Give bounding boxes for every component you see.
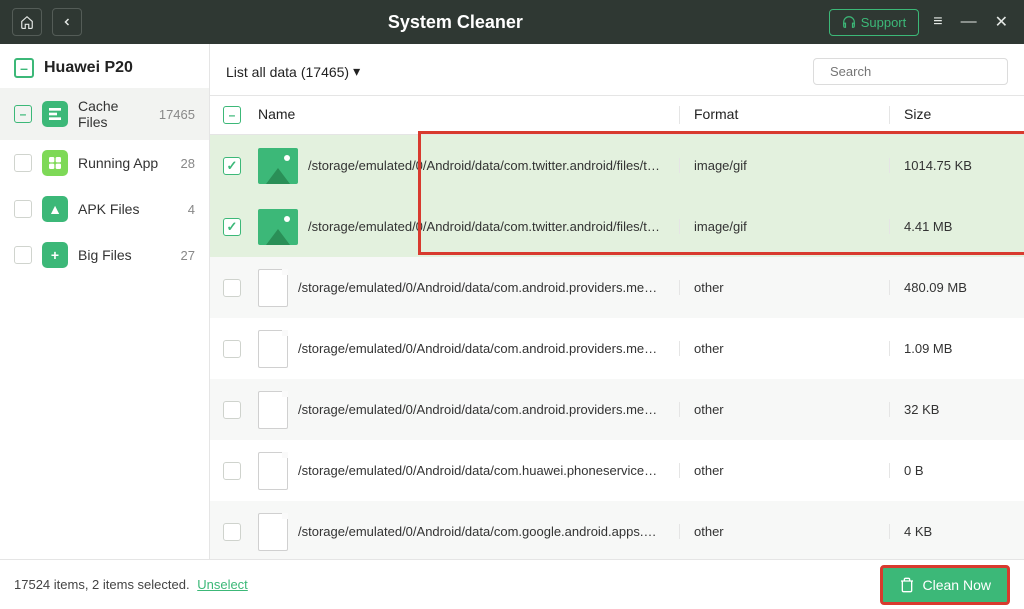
file-format: image/gif [679, 219, 889, 234]
checkbox-icon[interactable] [14, 154, 32, 172]
status-text: 17524 items, 2 items selected. Unselect [14, 577, 248, 592]
file-icon [258, 391, 288, 429]
sidebar-item-cache-files[interactable]: Cache Files 17465 [0, 88, 209, 140]
file-format: other [679, 524, 889, 539]
table-body: /storage/emulated/0/Android/data/com.twi… [210, 135, 1024, 559]
file-path: /storage/emulated/0/Android/data/com.and… [298, 341, 658, 356]
file-size: 4 KB [889, 524, 1024, 539]
file-path: /storage/emulated/0/Android/data/com.and… [298, 280, 658, 295]
row-checkbox[interactable] [223, 279, 241, 297]
column-name[interactable]: Name [254, 106, 679, 124]
main-panel: List all data (17465) ▾ Name Format Size… [210, 44, 1024, 559]
table-row[interactable]: /storage/emulated/0/Android/data/com.hua… [210, 440, 1024, 501]
file-format: other [679, 280, 889, 295]
file-path: /storage/emulated/0/Android/data/com.and… [298, 402, 658, 417]
image-icon [258, 148, 298, 184]
file-size: 32 KB [889, 402, 1024, 417]
file-path: /storage/emulated/0/Android/data/com.hua… [298, 463, 658, 478]
checkbox-icon[interactable] [14, 246, 32, 264]
row-checkbox[interactable] [223, 218, 241, 236]
table-row[interactable]: /storage/emulated/0/Android/data/com.and… [210, 318, 1024, 379]
column-format[interactable]: Format [679, 106, 889, 124]
file-icon [258, 452, 288, 490]
table-row[interactable]: /storage/emulated/0/Android/data/com.twi… [210, 135, 1024, 196]
minimize-icon[interactable]: — [957, 13, 981, 31]
app-title: System Cleaner [92, 12, 819, 33]
clean-now-button[interactable]: Clean Now [880, 565, 1010, 605]
table-row[interactable]: /storage/emulated/0/Android/data/com.twi… [210, 196, 1024, 257]
search-box[interactable] [813, 58, 1008, 85]
file-icon [258, 269, 288, 307]
file-size: 480.09 MB [889, 280, 1024, 295]
file-format: image/gif [679, 158, 889, 173]
trash-icon [899, 577, 915, 593]
row-checkbox[interactable] [223, 523, 241, 541]
row-checkbox[interactable] [223, 157, 241, 175]
table-header: Name Format Size [210, 95, 1024, 135]
home-button[interactable] [12, 8, 42, 36]
table-row[interactable]: /storage/emulated/0/Android/data/com.and… [210, 257, 1024, 318]
sidebar: – Huawei P20 Cache Files 17465 Running A… [0, 44, 210, 559]
sidebar-item-apk-files[interactable]: ▲ APK Files 4 [0, 186, 209, 232]
table-row[interactable]: /storage/emulated/0/Android/data/com.and… [210, 379, 1024, 440]
file-size: 0 B [889, 463, 1024, 478]
back-button[interactable] [52, 8, 82, 36]
unselect-link[interactable]: Unselect [197, 577, 248, 592]
file-icon [258, 513, 288, 551]
row-checkbox[interactable] [223, 462, 241, 480]
file-format: other [679, 402, 889, 417]
file-path: /storage/emulated/0/Android/data/com.twi… [308, 219, 668, 234]
file-size: 4.41 MB [889, 219, 1024, 234]
file-size: 1014.75 KB [889, 158, 1024, 173]
checkbox-icon[interactable] [14, 200, 32, 218]
sidebar-item-big-files[interactable]: + Big Files 27 [0, 232, 209, 278]
sidebar-item-running-app[interactable]: Running App 28 [0, 140, 209, 186]
chevron-down-icon: ▾ [353, 63, 360, 80]
column-size[interactable]: Size [889, 106, 1024, 124]
table-row[interactable]: /storage/emulated/0/Android/data/com.goo… [210, 501, 1024, 559]
device-name: Huawei P20 [44, 59, 133, 77]
select-all-checkbox[interactable] [223, 106, 241, 124]
file-size: 1.09 MB [889, 341, 1024, 356]
search-input[interactable] [830, 64, 1006, 79]
footer: 17524 items, 2 items selected. Unselect … [0, 559, 1024, 609]
file-format: other [679, 463, 889, 478]
row-checkbox[interactable] [223, 340, 241, 358]
file-format: other [679, 341, 889, 356]
row-checkbox[interactable] [223, 401, 241, 419]
file-path: /storage/emulated/0/Android/data/com.twi… [308, 158, 668, 173]
file-table: Name Format Size /storage/emulated/0/And… [210, 95, 1024, 559]
filter-dropdown[interactable]: List all data (17465) ▾ [226, 63, 360, 80]
device-header: – Huawei P20 [0, 44, 209, 88]
cache-icon [42, 101, 68, 127]
image-icon [258, 209, 298, 245]
toolbar: List all data (17465) ▾ [210, 44, 1024, 95]
device-checkbox-icon[interactable]: – [14, 58, 34, 78]
file-path: /storage/emulated/0/Android/data/com.goo… [298, 524, 658, 539]
menu-icon[interactable]: ≡ [929, 13, 946, 31]
title-bar: System Cleaner Support ≡ — ✕ [0, 0, 1024, 44]
support-button[interactable]: Support [829, 9, 920, 36]
close-icon[interactable]: ✕ [991, 12, 1012, 32]
checkbox-icon[interactable] [14, 105, 32, 123]
big-files-icon: + [42, 242, 68, 268]
running-app-icon [42, 150, 68, 176]
file-icon [258, 330, 288, 368]
apk-icon: ▲ [42, 196, 68, 222]
